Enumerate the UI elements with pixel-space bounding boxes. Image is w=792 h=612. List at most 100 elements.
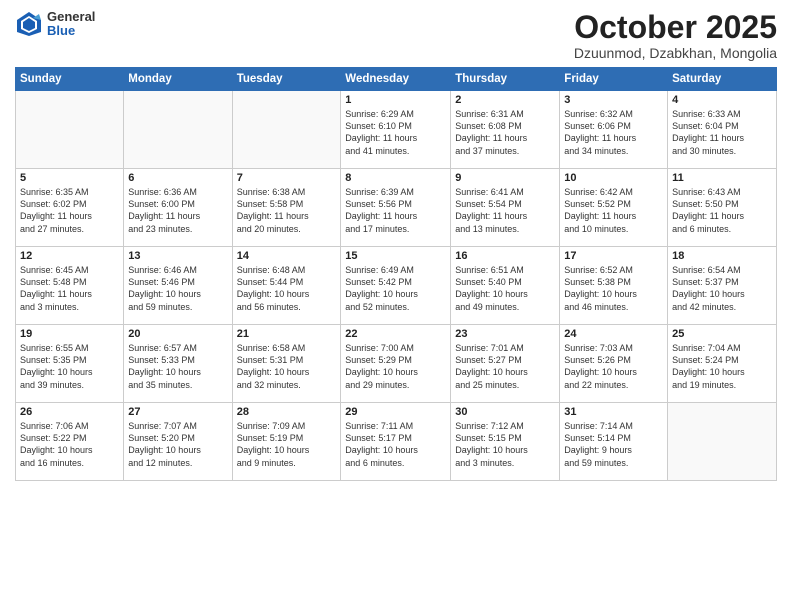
day-info: Sunrise: 6:29 AM Sunset: 6:10 PM Dayligh…	[345, 108, 446, 157]
calendar-cell: 20 Sunrise: 6:57 AM Sunset: 5:33 PM Dayli…	[124, 325, 232, 403]
logo-text: General Blue	[47, 10, 95, 39]
calendar-cell: 13 Sunrise: 6:46 AM Sunset: 5:46 PM Dayli…	[124, 247, 232, 325]
day-info: Sunrise: 6:52 AM Sunset: 5:38 PM Dayligh…	[564, 264, 663, 313]
header-monday: Monday	[124, 68, 232, 91]
calendar-cell: 16 Sunrise: 6:51 AM Sunset: 5:40 PM Dayli…	[451, 247, 560, 325]
calendar-cell: 27Sunrise: 7:07 AM Sunset: 5:20 PM Dayli…	[124, 403, 232, 481]
month-title: October 2025	[574, 10, 777, 45]
day-info: Sunrise: 6:55 AM Sunset: 5:35 PM Dayligh…	[20, 342, 119, 391]
calendar-cell: 23 Sunrise: 7:01 AM Sunset: 5:27 PM Dayli…	[451, 325, 560, 403]
day-number: 30	[455, 406, 555, 418]
calendar-cell: 25 Sunrise: 7:04 AM Sunset: 5:24 PM Dayli…	[668, 325, 777, 403]
day-number: 10	[564, 172, 663, 184]
day-number: 11	[672, 172, 772, 184]
calendar-cell: 9Sunrise: 6:41 AM Sunset: 5:54 PM Daylig…	[451, 169, 560, 247]
day-info: Sunrise: 6:57 AM Sunset: 5:33 PM Dayligh…	[128, 342, 227, 391]
day-info: Sunrise: 7:12 AM Sunset: 5:15 PM Dayligh…	[455, 420, 555, 469]
day-number: 29	[345, 406, 446, 418]
day-info: Sunrise: 7:01 AM Sunset: 5:27 PM Dayligh…	[455, 342, 555, 391]
location-subtitle: Dzuunmod, Dzabkhan, Mongolia	[574, 45, 777, 61]
logo-blue: Blue	[47, 24, 95, 38]
header-wednesday: Wednesday	[341, 68, 451, 91]
day-info: Sunrise: 7:00 AM Sunset: 5:29 PM Dayligh…	[345, 342, 446, 391]
calendar-week-4: 19 Sunrise: 6:55 AM Sunset: 5:35 PM Dayli…	[16, 325, 777, 403]
day-info: Sunrise: 7:07 AM Sunset: 5:20 PM Dayligh…	[128, 420, 227, 469]
day-number: 5	[20, 172, 119, 184]
day-number: 6	[128, 172, 227, 184]
day-number: 3	[564, 94, 663, 106]
header-tuesday: Tuesday	[232, 68, 341, 91]
header-friday: Friday	[560, 68, 668, 91]
day-number: 25	[672, 328, 772, 340]
day-number: 24	[564, 328, 663, 340]
day-info: Sunrise: 6:39 AM Sunset: 5:56 PM Dayligh…	[345, 186, 446, 235]
day-number: 8	[345, 172, 446, 184]
day-info: Sunrise: 7:06 AM Sunset: 5:22 PM Dayligh…	[20, 420, 119, 469]
day-info: Sunrise: 6:54 AM Sunset: 5:37 PM Dayligh…	[672, 264, 772, 313]
day-number: 14	[237, 250, 337, 262]
header-sunday: Sunday	[16, 68, 124, 91]
logo-icon	[15, 10, 43, 38]
header: General Blue October 2025 Dzuunmod, Dzab…	[15, 10, 777, 61]
calendar-week-3: 12Sunrise: 6:45 AM Sunset: 5:48 PM Dayli…	[16, 247, 777, 325]
calendar-cell: 11 Sunrise: 6:43 AM Sunset: 5:50 PM Dayli…	[668, 169, 777, 247]
calendar-cell	[16, 91, 124, 169]
day-number: 20	[128, 328, 227, 340]
day-number: 2	[455, 94, 555, 106]
calendar-cell: 22 Sunrise: 7:00 AM Sunset: 5:29 PM Dayli…	[341, 325, 451, 403]
day-number: 1	[345, 94, 446, 106]
calendar-cell: 26Sunrise: 7:06 AM Sunset: 5:22 PM Dayli…	[16, 403, 124, 481]
calendar-cell: 6Sunrise: 6:36 AM Sunset: 6:00 PM Daylig…	[124, 169, 232, 247]
day-number: 21	[237, 328, 337, 340]
logo: General Blue	[15, 10, 95, 39]
day-info: Sunrise: 6:51 AM Sunset: 5:40 PM Dayligh…	[455, 264, 555, 313]
calendar-cell: 5Sunrise: 6:35 AM Sunset: 6:02 PM Daylig…	[16, 169, 124, 247]
calendar-cell: 2 Sunrise: 6:31 AM Sunset: 6:08 PM Daylig…	[451, 91, 560, 169]
calendar-cell: 29Sunrise: 7:11 AM Sunset: 5:17 PM Dayli…	[341, 403, 451, 481]
day-number: 15	[345, 250, 446, 262]
day-number: 7	[237, 172, 337, 184]
day-info: Sunrise: 6:45 AM Sunset: 5:48 PM Dayligh…	[20, 264, 119, 313]
day-info: Sunrise: 6:46 AM Sunset: 5:46 PM Dayligh…	[128, 264, 227, 313]
calendar-cell	[232, 91, 341, 169]
calendar-cell: 30 Sunrise: 7:12 AM Sunset: 5:15 PM Dayli…	[451, 403, 560, 481]
day-info: Sunrise: 6:31 AM Sunset: 6:08 PM Dayligh…	[455, 108, 555, 157]
day-info: Sunrise: 6:43 AM Sunset: 5:50 PM Dayligh…	[672, 186, 772, 235]
calendar-cell	[668, 403, 777, 481]
calendar-container: General Blue October 2025 Dzuunmod, Dzab…	[0, 0, 792, 612]
calendar-cell: 31 Sunrise: 7:14 AM Sunset: 5:14 PM Dayli…	[560, 403, 668, 481]
calendar-cell: 8 Sunrise: 6:39 AM Sunset: 5:56 PM Daylig…	[341, 169, 451, 247]
day-number: 23	[455, 328, 555, 340]
day-info: Sunrise: 6:41 AM Sunset: 5:54 PM Dayligh…	[455, 186, 555, 235]
day-number: 28	[237, 406, 337, 418]
calendar-cell	[124, 91, 232, 169]
day-info: Sunrise: 7:14 AM Sunset: 5:14 PM Dayligh…	[564, 420, 663, 469]
calendar-cell: 24 Sunrise: 7:03 AM Sunset: 5:26 PM Dayli…	[560, 325, 668, 403]
calendar-cell: 17 Sunrise: 6:52 AM Sunset: 5:38 PM Dayli…	[560, 247, 668, 325]
day-number: 22	[345, 328, 446, 340]
calendar-week-2: 5Sunrise: 6:35 AM Sunset: 6:02 PM Daylig…	[16, 169, 777, 247]
day-number: 19	[20, 328, 119, 340]
calendar-cell: 19 Sunrise: 6:55 AM Sunset: 5:35 PM Dayli…	[16, 325, 124, 403]
calendar-header-row: Sunday Monday Tuesday Wednesday Thursday…	[16, 68, 777, 91]
day-number: 17	[564, 250, 663, 262]
day-info: Sunrise: 6:58 AM Sunset: 5:31 PM Dayligh…	[237, 342, 337, 391]
calendar-table: Sunday Monday Tuesday Wednesday Thursday…	[15, 67, 777, 481]
calendar-week-5: 26Sunrise: 7:06 AM Sunset: 5:22 PM Dayli…	[16, 403, 777, 481]
calendar-cell: 18 Sunrise: 6:54 AM Sunset: 5:37 PM Dayli…	[668, 247, 777, 325]
day-number: 31	[564, 406, 663, 418]
calendar-cell: 14 Sunrise: 6:48 AM Sunset: 5:44 PM Dayli…	[232, 247, 341, 325]
day-info: Sunrise: 7:03 AM Sunset: 5:26 PM Dayligh…	[564, 342, 663, 391]
day-info: Sunrise: 6:42 AM Sunset: 5:52 PM Dayligh…	[564, 186, 663, 235]
day-info: Sunrise: 6:48 AM Sunset: 5:44 PM Dayligh…	[237, 264, 337, 313]
day-number: 13	[128, 250, 227, 262]
calendar-cell: 12Sunrise: 6:45 AM Sunset: 5:48 PM Dayli…	[16, 247, 124, 325]
day-number: 16	[455, 250, 555, 262]
day-number: 18	[672, 250, 772, 262]
calendar-cell: 15Sunrise: 6:49 AM Sunset: 5:42 PM Dayli…	[341, 247, 451, 325]
calendar-cell: 21 Sunrise: 6:58 AM Sunset: 5:31 PM Dayli…	[232, 325, 341, 403]
day-info: Sunrise: 7:04 AM Sunset: 5:24 PM Dayligh…	[672, 342, 772, 391]
calendar-body: 1 Sunrise: 6:29 AM Sunset: 6:10 PM Daylig…	[16, 91, 777, 481]
title-area: October 2025 Dzuunmod, Dzabkhan, Mongoli…	[574, 10, 777, 61]
calendar-cell: 3Sunrise: 6:32 AM Sunset: 6:06 PM Daylig…	[560, 91, 668, 169]
